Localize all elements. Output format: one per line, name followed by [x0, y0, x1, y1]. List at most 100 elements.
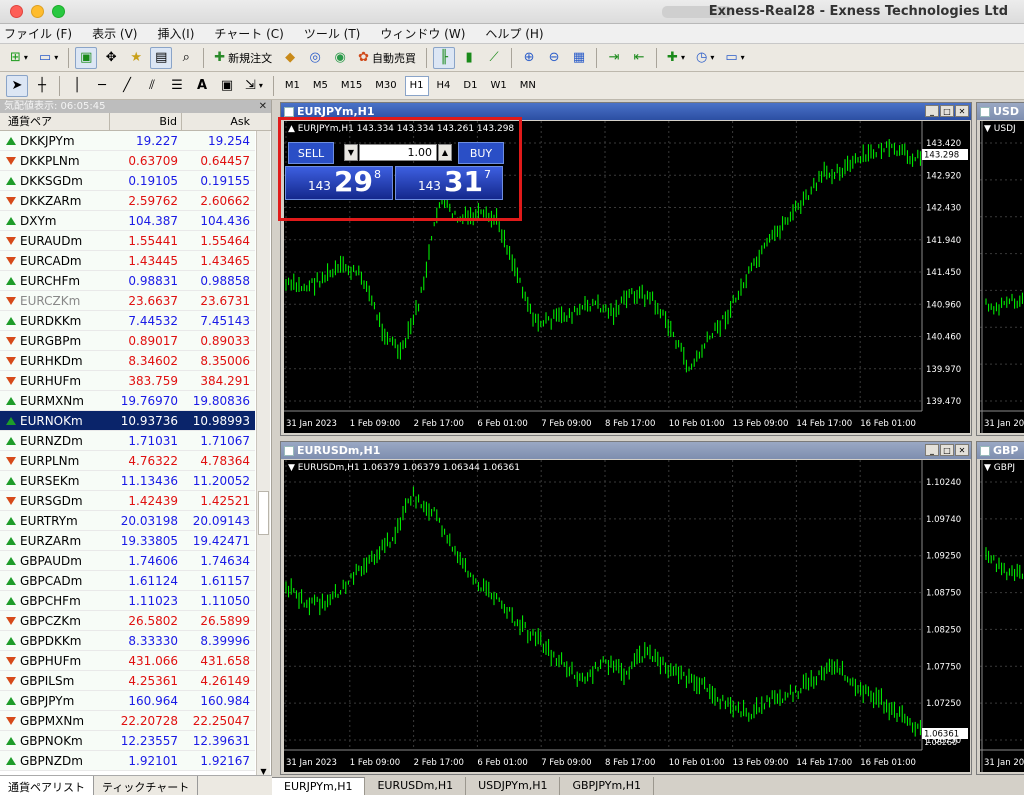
bar-chart-button[interactable]: ╟ — [433, 46, 456, 69]
tab-gbpjpy[interactable]: GBPJPYm,H1 — [560, 777, 655, 795]
crosshair-tool[interactable]: ┼ — [31, 75, 53, 97]
market-watch-row[interactable]: GBPJPYm 160.964 160.984 — [0, 691, 255, 711]
market-watch-row[interactable]: EURZARm 19.33805 19.42471 — [0, 531, 255, 551]
zoom-window-button[interactable] — [52, 5, 65, 18]
scrollbar-thumb[interactable] — [258, 491, 269, 535]
timeframe-mn[interactable]: MN — [515, 76, 541, 96]
col-bid[interactable]: Bid — [110, 113, 182, 130]
text-tool[interactable]: A — [191, 75, 213, 97]
menu-tools[interactable]: ツール (T) — [304, 25, 361, 42]
market-watch-row[interactable]: EURHUFm 383.759 384.291 — [0, 371, 255, 391]
market-watch-scrollbar[interactable]: ▼ — [256, 131, 270, 779]
tab-symbols[interactable]: 通貨ペアリスト — [0, 776, 94, 795]
horizontal-line-tool[interactable]: ─ — [91, 75, 113, 97]
minimize-icon[interactable]: _ — [925, 444, 939, 456]
vertical-line-tool[interactable]: │ — [66, 75, 88, 97]
market-watch-row[interactable]: EURMXNm 19.76970 19.80836 — [0, 391, 255, 411]
timeframe-m5[interactable]: M5 — [308, 76, 333, 96]
new-chart-button[interactable]: ⊞ ▾ — [6, 47, 32, 69]
timeframe-h4[interactable]: H4 — [432, 76, 456, 96]
zoom-out-button[interactable]: ⊖ — [543, 47, 565, 69]
fibo-tool[interactable]: ☰ — [166, 75, 188, 97]
timeframe-m30[interactable]: M30 — [370, 76, 401, 96]
chart-shift-button[interactable]: ⇤ — [628, 47, 650, 69]
chart-window-gbpjpy[interactable]: GBP 31 Jan 202 ▼ GBPJ — [976, 441, 1024, 775]
maximize-icon[interactable]: □ — [940, 444, 954, 456]
menu-charts[interactable]: チャート (C) — [214, 25, 283, 42]
market-watch-row[interactable]: EURDKKm 7.44532 7.45143 — [0, 311, 255, 331]
periods-button[interactable]: ◷ ▾ — [692, 47, 718, 69]
market-watch-row[interactable]: EURCADm 1.43445 1.43465 — [0, 251, 255, 271]
market-watch-row[interactable]: GBPDKKm 8.33330 8.39996 — [0, 631, 255, 651]
label-tool[interactable]: ▣ — [216, 75, 238, 97]
close-window-button[interactable] — [10, 5, 23, 18]
market-watch-row[interactable]: EURSGDm 1.42439 1.42521 — [0, 491, 255, 511]
navigator-toggle[interactable]: ★ — [125, 47, 147, 69]
zoom-in-button[interactable]: ⊕ — [518, 47, 540, 69]
market-watch-row[interactable]: GBPMXNm 22.20728 22.25047 — [0, 711, 255, 731]
market-watch-row[interactable]: EURPLNm 4.76322 4.78364 — [0, 451, 255, 471]
templates-button[interactable]: ▭ ▾ — [721, 47, 748, 69]
market-watch-row[interactable]: DKKPLNm 0.63709 0.64457 — [0, 151, 255, 171]
chart-canvas[interactable]: 31 Jan 202 ▼ USDJ — [980, 121, 1024, 433]
market-watch-row[interactable]: GBPNOKm 12.23557 12.39631 — [0, 731, 255, 751]
indicators-button[interactable]: ✚ ▾ — [663, 47, 689, 69]
market-watch-row[interactable]: GBPCADm 1.61124 1.61157 — [0, 571, 255, 591]
market-watch-row[interactable]: GBPAUDm 1.74606 1.74634 — [0, 551, 255, 571]
market-watch-row[interactable]: DXYm 104.387 104.436 — [0, 211, 255, 231]
timeframe-m1[interactable]: M1 — [280, 76, 305, 96]
market-watch-row[interactable]: GBPHUFm 431.066 431.658 — [0, 651, 255, 671]
close-icon[interactable]: ✕ — [955, 105, 969, 117]
tester-toggle[interactable]: ⌕ — [175, 47, 197, 69]
timeframe-w1[interactable]: W1 — [485, 76, 511, 96]
candle-chart-button[interactable]: ▮ — [458, 47, 480, 69]
price-chart[interactable]: 31 Jan 202 — [980, 460, 1024, 772]
market-watch-row[interactable]: GBPILSm 4.25361 4.26149 — [0, 671, 255, 691]
new-order-button[interactable]: ✚ 新規注文 — [210, 47, 276, 69]
minimize-window-button[interactable] — [31, 5, 44, 18]
chart-canvas[interactable]: 31 Jan 202 ▼ GBPJ — [980, 460, 1024, 772]
chart-window-eurusd[interactable]: EURUSDm,H1 _ □ ✕ 1.10240 1.09740 1.09250 1.… — [280, 441, 972, 775]
trendline-tool[interactable]: ╱ — [116, 75, 138, 97]
chart-titlebar[interactable]: GBP — [977, 442, 1024, 459]
chart-canvas[interactable]: 1.10240 1.09740 1.09250 1.08750 1.08250 1.077… — [284, 460, 970, 772]
autoscroll-button[interactable]: ⇥ — [603, 47, 625, 69]
terminal-toggle[interactable]: ▤ — [150, 46, 173, 69]
menu-window[interactable]: ウィンドウ (W) — [380, 25, 465, 42]
auto-trading-button[interactable]: ✿ 自動売買 — [354, 47, 420, 69]
signals-button[interactable]: ◉ — [329, 47, 351, 69]
market-watch-row[interactable]: EURAUDm 1.55441 1.55464 — [0, 231, 255, 251]
market-watch-row[interactable]: DKKSGDm 0.19105 0.19155 — [0, 171, 255, 191]
tab-usdjpy[interactable]: USDJPYm,H1 — [466, 777, 561, 795]
col-ask[interactable]: Ask — [182, 113, 254, 130]
market-watch-row[interactable]: EURTRYm 20.03198 20.09143 — [0, 511, 255, 531]
tab-eurusd[interactable]: EURUSDm,H1 — [365, 777, 467, 795]
market-watch-row[interactable]: DKKZARm 2.59762 2.60662 — [0, 191, 255, 211]
profiles-button[interactable]: ▭ ▾ — [35, 47, 62, 69]
market-watch-row[interactable]: EURNOKm 10.93736 10.98993 — [0, 411, 255, 431]
price-chart[interactable]: 31 Jan 202 — [980, 121, 1024, 433]
tab-tick-chart[interactable]: ティックチャート — [94, 776, 199, 795]
market-watch-row[interactable]: EURNZDm 1.71031 1.71067 — [0, 431, 255, 451]
price-chart[interactable]: 1.10240 1.09740 1.09250 1.08750 1.08250 1.077… — [284, 460, 970, 772]
channel-tool[interactable]: ⫽ — [141, 75, 163, 97]
menu-file[interactable]: ファイル (F) — [4, 25, 72, 42]
timeframe-d1[interactable]: D1 — [458, 76, 482, 96]
market-watch-row[interactable]: EURHKDm 8.34602 8.35006 — [0, 351, 255, 371]
arrows-tool[interactable]: ⇲ ▾ — [241, 75, 267, 97]
timeframe-m15[interactable]: M15 — [336, 76, 367, 96]
col-symbol[interactable]: 通貨ペア — [0, 113, 110, 130]
menu-insert[interactable]: 挿入(I) — [157, 25, 194, 42]
market-watch-row[interactable]: GBPNZDm 1.92101 1.92167 — [0, 751, 255, 771]
tab-eurjpy[interactable]: EURJPYm,H1 — [272, 777, 366, 795]
line-chart-button[interactable]: ⟋ — [483, 47, 505, 69]
chart-titlebar[interactable]: EURUSDm,H1 _ □ ✕ — [281, 442, 971, 459]
market-watch-row[interactable]: EURCZKm 23.6637 23.6731 — [0, 291, 255, 311]
menu-help[interactable]: ヘルプ (H) — [485, 25, 543, 42]
timeframe-h1[interactable]: H1 — [404, 75, 429, 96]
market-watch-row[interactable]: GBPCZKm 26.5802 26.5899 — [0, 611, 255, 631]
close-icon[interactable]: ✕ — [259, 100, 267, 113]
market-watch-row[interactable]: EURCHFm 0.98831 0.98858 — [0, 271, 255, 291]
market-watch-row[interactable]: GBPCHFm 1.11023 1.11050 — [0, 591, 255, 611]
tile-windows-button[interactable]: ▦ — [568, 47, 590, 69]
